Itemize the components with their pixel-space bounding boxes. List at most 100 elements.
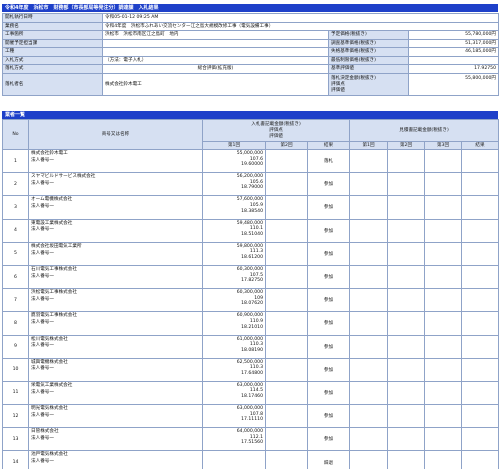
location-label: 工事箇所 [2, 30, 103, 40]
bid-round1-cell: 63,000,000 107.8 17.11110 [202, 404, 266, 429]
company-cell: 松川電気株式会社 法人番号一 [28, 334, 203, 359]
corporate-number: 法人番号一 [31, 204, 54, 210]
company-cell: 日管株式会社 法人番号一 [28, 427, 203, 452]
corporate-number: 法人番号一 [31, 389, 54, 395]
bid-round2-cell [265, 311, 308, 336]
bid-result: 参加 [307, 195, 350, 220]
table-row: 13 日管株式会社 法人番号一 64,000,000 112.1 17.51560 参加 [2, 427, 500, 452]
company-name: 松川電気株式会社 [31, 336, 68, 342]
scheduled-price-value: 55,780,000円 [407, 30, 500, 40]
est-round1-cell [349, 264, 388, 290]
info-row: 工種 失格基準価格(税抜き) 46,185,000円 [2, 47, 500, 57]
est-round3-cell [424, 195, 462, 220]
base-score-label: 基準評価値 [328, 64, 409, 74]
bid-value: 17.51560 [241, 440, 263, 446]
est-round2-cell [387, 450, 425, 469]
winner-price-label-sub2: 評価値 [331, 88, 345, 94]
est-round2-cell [387, 404, 425, 429]
method-label: 入札方式 [2, 55, 103, 65]
bid-round2-cell [265, 380, 308, 406]
col-est-round3: 第3回 [424, 141, 462, 150]
est-round2-cell [387, 288, 425, 313]
est-round3-cell [424, 357, 462, 382]
company-cell: 栄電気工業株式会社 法人番号一 [28, 380, 203, 406]
bid-round1-cell: 57,600,000 105.9 18.38540 [202, 195, 266, 220]
col-no: No [2, 119, 29, 150]
winner-label: 落札者名 [2, 72, 103, 96]
bid-round2-cell [265, 218, 308, 243]
col-bid-result: 結果 [307, 141, 350, 150]
location-value: 浜松市 浜松市南区江之島町 地内 [102, 30, 329, 40]
company-cell: 東電設工業株式会社 法人番号一 [28, 218, 203, 243]
bid-round1-cell: 60,900,000 110.9 18.21010 [202, 311, 266, 336]
bidders-table: No 商号又は名称 入札書記載金額(税抜き) 評価点 評価値 見積書記載金額(税… [2, 119, 500, 469]
table-row: 14 池戸電気株式会社 法人番号一 辞退 [2, 450, 500, 469]
row-number: 8 [2, 311, 29, 336]
est-round2-cell [387, 334, 425, 359]
est-round1-cell [349, 172, 388, 197]
bid-result: 参加 [307, 288, 350, 313]
table-row: 4 東電設工業株式会社 法人番号一 59,480,000 110.1 18.51040 参加 [2, 218, 500, 243]
bid-value: 18.79000 [241, 185, 263, 191]
bid-value: 18.61200 [241, 254, 263, 260]
bid-value: 18.07620 [241, 301, 263, 307]
bid-result: 参加 [307, 172, 350, 197]
est-round2-cell [387, 148, 425, 174]
est-round1-cell [349, 450, 388, 469]
est-result-cell [460, 404, 500, 429]
est-round2-cell [387, 380, 425, 406]
info-row: 業務名 令和4年度 浜松市ふれあい交流センター江之島大規模改修工事（電気設備工事… [2, 21, 500, 31]
bid-value: 18.17460 [241, 394, 263, 400]
company-cell: スヤマビルドサービス株式会社 法人番号一 [28, 172, 203, 197]
row-number: 10 [2, 357, 29, 382]
company-name: オーム電機株式会社 [31, 197, 73, 203]
row-number: 9 [2, 334, 29, 359]
bid-result: 参加 [307, 311, 350, 336]
row-number: 11 [2, 380, 29, 406]
est-round1-cell [349, 334, 388, 359]
table-row: 8 鷹羽電気工事株式会社 法人番号一 60,900,000 110.9 18.21010 参… [2, 311, 500, 336]
info-row: 落札者名 株式会社鈴木電工 落札決定金額(税抜き) 評価点 評価値 55,800… [2, 72, 500, 96]
est-round2-cell [387, 427, 425, 452]
bid-round2-cell [265, 404, 308, 429]
bid-round1-cell: 61,000,000 110.3 18.08190 [202, 334, 266, 359]
est-round3-cell [424, 380, 462, 406]
company-name: 浜松電気工事株式会社 [31, 290, 77, 296]
work-type-value [102, 47, 329, 57]
col-group-bid: 入札書記載金額(税抜き) 評価点 評価値 [202, 119, 350, 142]
col-est-round2: 第2回 [387, 141, 425, 150]
survey-price-label: 調査基準価格(税抜き) [328, 38, 409, 48]
bid-round1-cell: 59,480,000 110.1 18.51040 [202, 218, 266, 243]
table-row: 10 城興電機株式会社 法人番号一 62,500,000 110.3 17.64800 参加 [2, 357, 500, 382]
company-name: 東電設工業株式会社 [31, 220, 73, 226]
min-limit-label: 最低制限価格(税抜き) [328, 55, 409, 65]
est-result-cell [460, 241, 500, 266]
est-round2-cell [387, 357, 425, 382]
est-round2-cell [387, 218, 425, 243]
est-round1-cell [349, 357, 388, 382]
company-name: 明光電気株式会社 [31, 406, 68, 412]
col-group-estimate: 見積書記載金額(税抜き) [348, 119, 500, 142]
company-name: 城興電機株式会社 [31, 359, 68, 365]
corporate-number: 法人番号一 [31, 180, 54, 186]
est-round1-cell [349, 148, 388, 174]
bid-round2-cell [265, 334, 308, 359]
table-row: 2 スヤマビルドサービス株式会社 法人番号一 56,200,000 105.6 18.79… [2, 172, 500, 197]
work-type-label: 工種 [2, 47, 103, 57]
open-date-value: 令和05-01-12 09:25 AM [101, 13, 500, 23]
work-name-value: 令和4年度 浜松市ふれあい交流センター江之島大規模改修工事（電気設備工事） [101, 21, 500, 31]
bid-round1-cell: 59,800,000 111.3 18.61200 [202, 241, 266, 266]
corporate-number: 法人番号一 [31, 157, 54, 163]
bid-result: 参加 [307, 218, 350, 243]
company-cell: 城興電機株式会社 法人番号一 [28, 357, 203, 382]
bid-value: 17.64800 [241, 370, 263, 376]
table-row: 6 石川電気工事株式会社 法人番号一 60,300,000 107.5 17.82750 参… [2, 264, 500, 290]
company-name: 株式会社鈴木電工 [31, 151, 68, 156]
bid-value: 18.51040 [241, 231, 263, 237]
est-result-cell [460, 264, 500, 290]
company-cell: 明光電気株式会社 法人番号一 [28, 404, 203, 429]
bid-round1-cell: 64,000,000 112.1 17.51560 [202, 427, 266, 452]
table-row: 5 株式会社坂田電気工業所 法人番号一 59,800,000 111.3 18.61200… [2, 241, 500, 266]
company-cell: 株式会社坂田電気工業所 法人番号一 [28, 241, 203, 266]
bid-round1-cell: 60,300,000 109 18.07620 [202, 288, 266, 313]
